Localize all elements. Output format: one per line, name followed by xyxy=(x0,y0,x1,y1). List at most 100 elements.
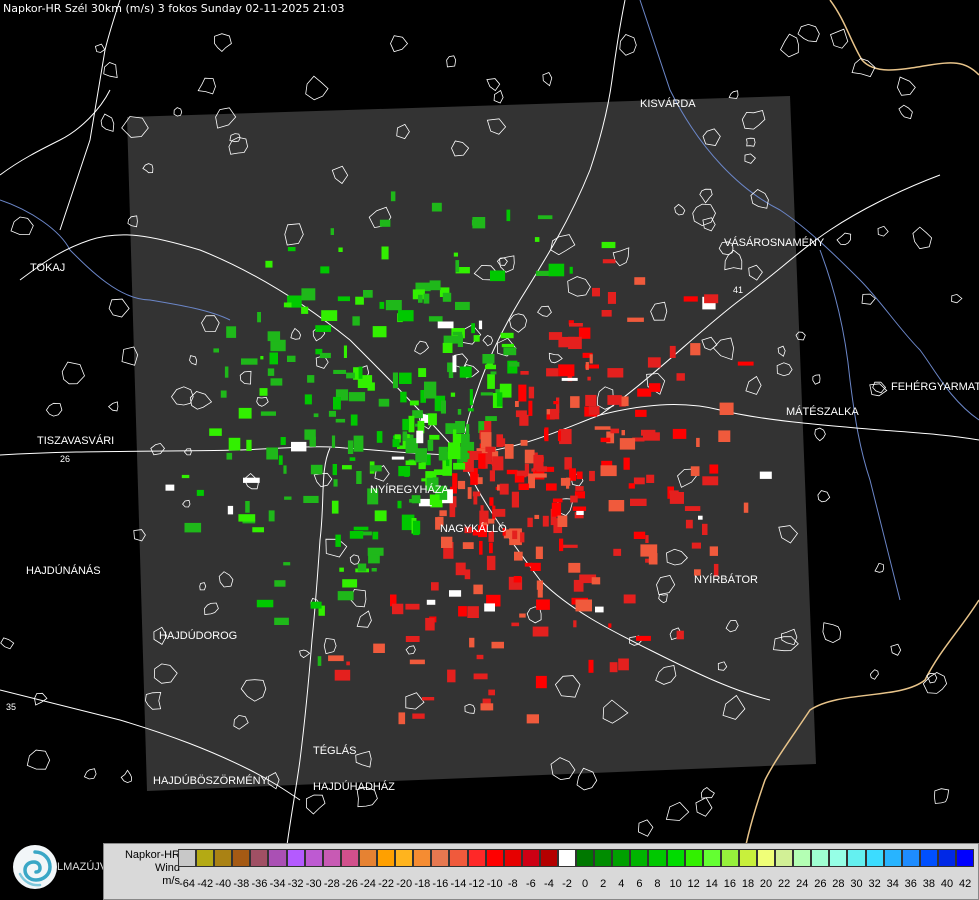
legend-tick-label: 36 xyxy=(904,878,917,890)
legend-tick-label: -6 xyxy=(525,878,536,890)
radar-echo xyxy=(607,368,624,378)
radar-echo xyxy=(466,443,474,451)
radar-echo xyxy=(378,398,390,407)
radar-map: 26 35 41 KISVÁRDA TOKAJ VÁSÁROSNAMÉNY FE… xyxy=(0,0,979,900)
radar-echo xyxy=(519,613,526,618)
legend-swatch xyxy=(738,849,757,867)
legend-tick-label: -64 xyxy=(179,878,195,890)
radar-echo xyxy=(684,506,701,511)
radar-echo xyxy=(520,532,525,543)
radar-echo xyxy=(568,336,582,349)
radar-echo xyxy=(511,491,519,508)
road-number-label: 41 xyxy=(733,285,743,295)
radar-echo xyxy=(455,260,460,273)
radar-echo xyxy=(333,479,338,487)
radar-echo xyxy=(548,263,565,277)
radar-echo xyxy=(526,714,539,724)
radar-echo xyxy=(683,296,698,302)
radar-echo xyxy=(607,292,616,304)
radar-echo xyxy=(266,447,278,460)
radar-echo xyxy=(469,389,473,406)
radar-echo xyxy=(363,290,373,298)
radar-echo xyxy=(511,622,520,627)
legend-swatch xyxy=(576,849,595,867)
radar-echo xyxy=(431,582,439,591)
radar-echo xyxy=(645,535,649,543)
radar-echo xyxy=(569,323,583,327)
radar-echo xyxy=(709,546,718,556)
radar-echo xyxy=(399,372,412,384)
radar-echo xyxy=(698,515,703,520)
place-label-nyiregyhaza: NYÍREGYHÁZA xyxy=(370,483,450,496)
radar-echo xyxy=(486,555,496,571)
radar-echo xyxy=(284,496,292,500)
radar-echo xyxy=(448,442,461,460)
legend-tick-label: 10 xyxy=(669,878,682,890)
legend-swatch xyxy=(413,849,432,867)
radar-echo xyxy=(485,364,496,370)
radar-echo xyxy=(528,400,533,416)
radar-echo xyxy=(348,392,366,402)
radar-echo xyxy=(398,310,414,322)
radar-echo xyxy=(283,302,292,308)
legend-swatch xyxy=(322,849,341,867)
radar-echo xyxy=(315,325,332,332)
radar-echo xyxy=(330,228,334,235)
radar-echo xyxy=(252,527,264,533)
radar-echo xyxy=(534,473,547,478)
radar-echo xyxy=(385,300,402,311)
radar-echo xyxy=(600,437,611,443)
radar-echo xyxy=(473,335,480,342)
radar-echo xyxy=(459,366,472,378)
legend-swatch xyxy=(594,849,613,867)
radar-echo xyxy=(413,520,420,536)
radar-echo xyxy=(575,599,592,612)
legend-tick-label: -16 xyxy=(432,878,449,890)
radar-echo xyxy=(335,418,346,423)
radar-echo xyxy=(238,514,256,522)
radar-echo xyxy=(573,579,584,592)
radar-echo xyxy=(409,400,419,406)
radar-echo xyxy=(528,473,535,489)
radar-echo xyxy=(552,498,563,503)
legend-swatch xyxy=(214,849,233,867)
radar-echo xyxy=(347,440,354,454)
radar-echo xyxy=(287,247,296,252)
legend-swatch xyxy=(865,849,884,867)
legend-tick-label: 16 xyxy=(723,878,736,890)
radar-echo xyxy=(527,517,533,528)
radar-echo xyxy=(310,601,322,609)
radar-echo xyxy=(690,343,701,356)
radar-echo xyxy=(557,430,561,442)
radar-echo xyxy=(646,474,655,483)
radar-echo xyxy=(623,594,636,604)
legend-tick-label: 2 xyxy=(600,878,607,890)
radar-echo xyxy=(447,669,456,683)
radar-echo xyxy=(519,414,529,426)
legend-tick-label: 6 xyxy=(636,878,643,890)
radar-echo xyxy=(553,401,559,405)
legend-tick-label: -28 xyxy=(323,878,340,890)
radar-echo xyxy=(278,455,283,465)
legend-swatches xyxy=(178,849,975,867)
legend-tick-label: -12 xyxy=(468,878,485,890)
radar-echo xyxy=(274,580,286,587)
radar-echo xyxy=(442,342,453,353)
radar-echo xyxy=(608,500,625,512)
radar-echo xyxy=(412,713,425,719)
radar-echo xyxy=(575,486,584,491)
radar-echo xyxy=(397,500,402,509)
radar-echo xyxy=(569,266,573,274)
radar-echo xyxy=(691,542,701,549)
radar-echo xyxy=(319,352,331,359)
radar-echo xyxy=(227,505,234,515)
radar-echo xyxy=(533,454,544,471)
radar-echo xyxy=(551,502,562,517)
radar-echo xyxy=(238,407,252,419)
place-label-kisvarda: KISVÁRDA xyxy=(640,97,696,110)
radar-echo xyxy=(287,355,296,362)
radar-echo xyxy=(643,432,660,441)
radar-echo xyxy=(446,459,450,467)
legend-title-line: Napkor-HR xyxy=(124,849,180,861)
radar-echo xyxy=(427,439,434,451)
